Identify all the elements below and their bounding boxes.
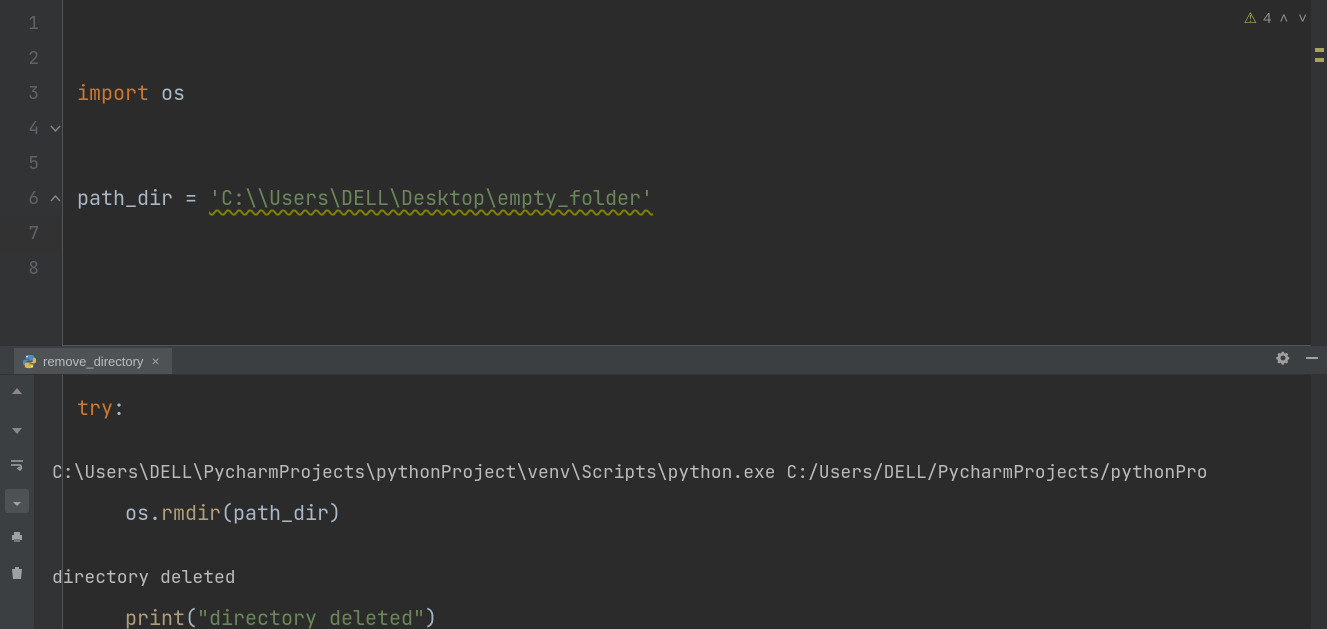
arrow-down-icon[interactable] (5, 417, 29, 441)
inspection-widget[interactable]: ⚠ 4 ˄ ˅ (1244, 6, 1309, 30)
line-number[interactable]: 6 (0, 181, 62, 216)
run-tab[interactable]: remove_directory × (14, 348, 172, 374)
line-number[interactable]: 7 (0, 216, 62, 251)
fold-open-icon[interactable] (50, 123, 61, 134)
arrow-up-icon[interactable] (5, 381, 29, 405)
warning-marker[interactable] (1315, 58, 1324, 62)
close-icon[interactable]: × (149, 354, 161, 368)
minimize-icon[interactable] (1305, 351, 1319, 370)
inspection-count: 4 (1263, 10, 1271, 27)
run-tab-bar: remove_directory × (0, 346, 1327, 375)
line-number[interactable]: 8 (0, 251, 62, 286)
line-number[interactable]: 4 (0, 111, 62, 146)
code-line[interactable] (63, 286, 1327, 321)
python-file-icon (22, 354, 37, 369)
code-line[interactable]: import os (63, 76, 1327, 111)
console-line: C:\Users\DELL\PycharmProjects\pythonProj… (52, 455, 1327, 490)
gear-icon[interactable] (1275, 350, 1291, 371)
chevron-down-icon[interactable]: ˅ (1296, 10, 1309, 27)
print-icon[interactable] (5, 525, 29, 549)
warning-marker[interactable] (1315, 48, 1324, 52)
soft-wrap-icon[interactable] (5, 453, 29, 477)
scroll-to-end-icon[interactable] (5, 489, 29, 513)
console-output[interactable]: C:\Users\DELL\PycharmProjects\pythonProj… (34, 375, 1327, 629)
warning-triangle-icon: ⚠ (1244, 9, 1257, 27)
trash-icon[interactable] (5, 561, 29, 585)
code-editor[interactable]: 1 2 3 4 5 6 7 8 (0, 0, 1327, 345)
console-line: directory deleted (52, 560, 1327, 595)
code-line[interactable]: path_dir = 'C:\\Users\DELL\Desktop\empty… (63, 181, 1327, 216)
chevron-up-icon[interactable]: ˄ (1277, 10, 1290, 27)
line-number[interactable]: 2 (0, 41, 62, 76)
line-number[interactable]: 3 (0, 76, 62, 111)
line-number[interactable]: 5 (0, 146, 62, 181)
run-tool-window: remove_directory × (0, 345, 1327, 629)
run-tab-label: remove_directory (43, 354, 143, 369)
run-toolbar (0, 375, 34, 629)
line-number[interactable]: 1 (0, 6, 62, 41)
fold-close-icon[interactable] (50, 193, 61, 204)
